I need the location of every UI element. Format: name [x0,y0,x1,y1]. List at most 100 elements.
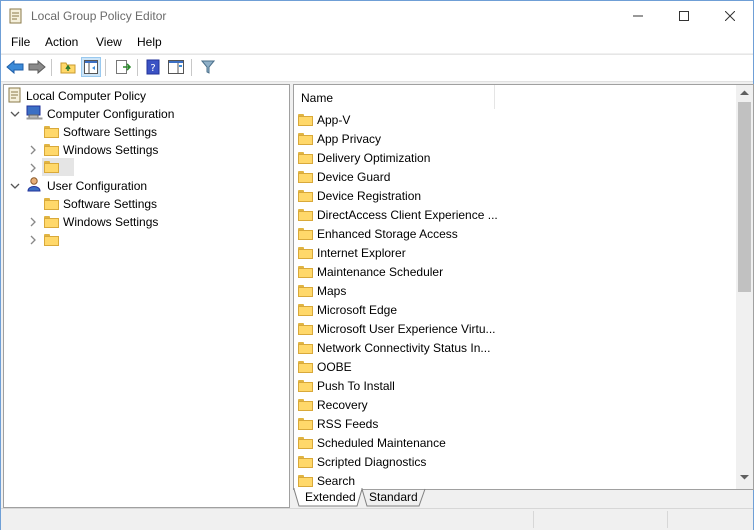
column-header-label: Name [301,91,334,105]
tab-standard[interactable]: Standard [369,488,418,506]
folder-icon [298,398,313,411]
chevron-right-icon[interactable] [28,163,38,173]
folder-icon [298,189,313,202]
list-item-label: DirectAccess Client Experience ... [317,207,498,222]
list-item[interactable]: Delivery Optimization [298,148,430,167]
forward-arrow-icon[interactable] [27,57,47,77]
tab-extended[interactable]: Extended [305,488,356,506]
toolbar: ? [1,54,753,82]
tree-item-computer-windows-settings[interactable]: Windows Settings [44,141,158,159]
vertical-scrollbar[interactable] [736,85,753,489]
scroll-down-icon[interactable] [738,472,751,486]
folder-icon [298,379,313,392]
column-header-name[interactable]: Name [294,85,495,109]
folder-icon [298,436,313,449]
folder-icon [298,455,313,468]
list-item[interactable]: Device Guard [298,167,390,186]
list-item-label: Network Connectivity Status In... [317,340,491,355]
chevron-right-icon[interactable] [28,217,38,227]
list-item[interactable]: Maintenance Scheduler [298,262,443,281]
list-item-label: Microsoft User Experience Virtu... [317,321,496,336]
chevron-right-icon[interactable] [28,235,38,245]
toolbar-separator [137,59,138,76]
list-item[interactable]: Push To Install [298,376,395,395]
folder-icon [44,234,59,246]
list-item[interactable]: RSS Feeds [298,414,378,433]
user-icon [26,177,43,195]
folder-icon [298,265,313,278]
list-item[interactable]: Microsoft User Experience Virtu... [298,319,496,338]
policy-document-icon [8,87,22,106]
list-pane: Name App-V App Privacy Delivery Optimizati… [293,84,754,490]
tree-label: Windows Settings [63,215,159,229]
list-item[interactable]: Network Connectivity Status In... [298,338,490,357]
status-separator [533,511,534,528]
list-item[interactable]: DirectAccess Client Experience ... [298,205,498,224]
chevron-down-icon[interactable] [10,109,20,119]
menu-view[interactable]: View [96,35,122,49]
close-button[interactable] [707,1,753,31]
list-item[interactable]: Microsoft Edge [298,300,397,319]
tree-item-computer-configuration[interactable]: Computer Configuration [26,105,174,123]
list-item[interactable]: Device Registration [298,186,421,205]
chevron-down-icon[interactable] [10,181,20,191]
folder-icon [298,322,313,335]
list-item[interactable]: Recovery [298,395,368,414]
tree-item-local-computer-policy[interactable]: Local Computer Policy [8,87,146,105]
list-item-label: Microsoft Edge [317,302,398,317]
tree-item-user-configuration[interactable]: User Configuration [26,177,147,195]
list-item-label: Maps [317,283,347,298]
scroll-up-icon[interactable] [738,88,751,102]
main-window: Local Group Policy Editor File Action Vi… [0,0,754,530]
list-item[interactable]: OOBE [298,357,352,376]
tree-label: Windows Settings [63,143,159,157]
folder-icon [298,417,313,430]
status-bar [1,508,753,530]
tree-item-user-windows-settings[interactable]: Windows Settings [44,213,158,231]
toolbar-separator [191,59,192,76]
up-folder-icon[interactable] [58,57,78,77]
list-item[interactable]: Maps [298,281,346,300]
scrollbar-thumb[interactable] [738,102,751,292]
tree-label: User Configuration [47,179,148,193]
list-item-label: Maintenance Scheduler [317,264,444,279]
tree-item-computer-software-settings[interactable]: Software Settings [44,123,157,141]
tree-label: Local Computer Policy [26,89,147,103]
list-item-label: Recovery [317,397,368,412]
list-item-label: Device Guard [317,169,391,184]
list-item[interactable]: Enhanced Storage Access [298,224,458,243]
tree-item-user-administrative-templates[interactable] [44,231,63,249]
list-item-label: Device Registration [317,188,422,203]
menu-file[interactable]: File [11,35,30,49]
title-bar: Local Group Policy Editor [1,1,753,31]
maximize-button[interactable] [661,1,707,31]
toolbar-separator [51,59,52,76]
export-list-icon[interactable] [113,57,133,77]
folder-icon [44,216,59,228]
list-item[interactable]: Scheduled Maintenance [298,433,446,452]
back-arrow-icon[interactable] [5,57,25,77]
list-item[interactable]: App-V [298,110,350,129]
tree-item-user-software-settings[interactable]: Software Settings [44,195,157,213]
properties-pane-icon[interactable] [166,57,186,77]
list-item[interactable]: Scripted Diagnostics [298,452,426,471]
chevron-right-icon[interactable] [28,145,38,155]
filter-icon[interactable] [198,57,218,77]
toolbar-separator [105,59,106,76]
svg-text:?: ? [150,63,155,74]
policy-app-icon [9,8,23,24]
tree-label: Computer Configuration [47,107,175,121]
tree-item-computer-administrative-templates[interactable] [42,158,74,176]
minimize-button[interactable] [615,1,661,31]
list-item[interactable]: Internet Explorer [298,243,406,262]
list-item[interactable]: App Privacy [298,129,381,148]
menu-help[interactable]: Help [137,35,162,49]
folder-icon [298,151,313,164]
help-icon[interactable]: ? [143,57,163,77]
folder-icon [298,246,313,259]
folder-icon [298,170,313,183]
computer-icon [26,105,43,123]
menu-action[interactable]: Action [45,35,78,49]
list-item-label: Delivery Optimization [317,150,431,165]
show-hide-tree-icon[interactable] [81,57,101,77]
